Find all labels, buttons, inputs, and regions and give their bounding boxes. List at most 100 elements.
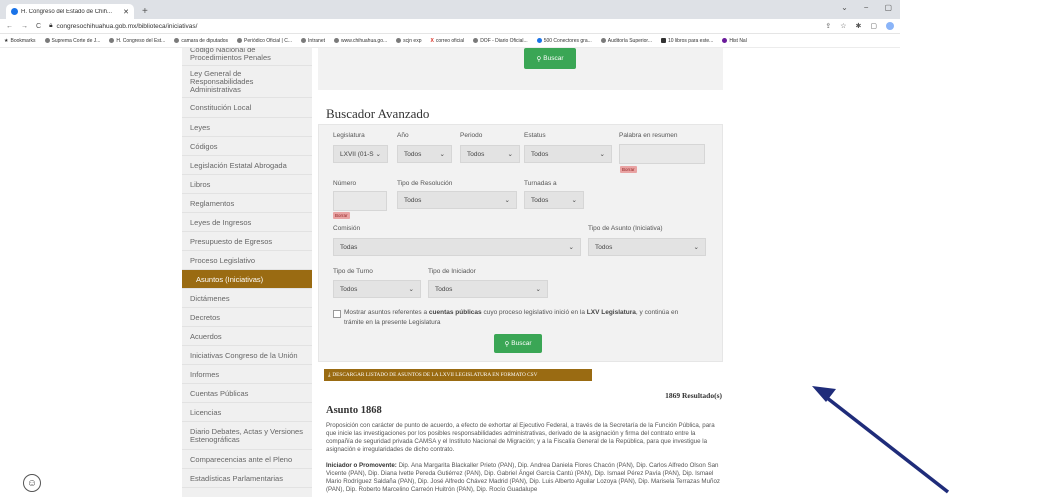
sidebar-item[interactable]: Diario Debates, Actas y Versiones Esteno… (182, 422, 312, 450)
extensions-icon[interactable]: ✱ (856, 22, 862, 30)
top-search-button-label: Buscar (543, 55, 564, 62)
simple-search-box (318, 48, 723, 90)
bookmark-favicon-icon (722, 38, 728, 43)
download-csv-button[interactable]: ⤓ DESCARGAR LISTADO DE ASUNTOS DE LA LXV… (324, 369, 592, 381)
cuentas-publicas-text: Mostrar asuntos referentes a cuentas púb… (344, 308, 694, 328)
sidebar-item[interactable]: Comparecencias ante el Pleno (182, 450, 312, 469)
bookmark-item[interactable]: Auditoría Superior... (600, 38, 652, 44)
star-icon[interactable]: ☆ (840, 22, 846, 30)
bookmark-label: Intranet (308, 37, 325, 44)
browser-tab[interactable]: H. Congreso del Estado de Chih... ✕ (6, 4, 134, 19)
tab-search-button[interactable]: ⌄ (841, 3, 848, 12)
sidebar-item[interactable]: Informes (182, 365, 312, 384)
tipo-resolucion-value: Todos (404, 196, 422, 204)
palabra-clear-button[interactable]: Borrar (620, 166, 637, 173)
sidebar-item[interactable]: Ley General de Responsabilidades Adminis… (182, 66, 312, 98)
asunto-title: Asunto 1868 (326, 405, 382, 416)
reload-icon[interactable]: C (36, 23, 41, 30)
close-tab-icon[interactable]: ✕ (123, 8, 129, 16)
bookmark-item[interactable]: ★ Bookmarks (4, 38, 36, 44)
bookmark-label: DOF - Diario Oficial... (480, 37, 528, 44)
star-icon: ★ (4, 37, 9, 44)
sidebar-item[interactable]: Constitución Local (182, 98, 312, 118)
bookmark-label: H. Congreso del Est... (116, 37, 166, 44)
bookmark-item[interactable]: 10 libros para este... (661, 38, 713, 44)
bookmark-item[interactable]: Intranet (301, 38, 325, 44)
legislatura-select[interactable]: LXVII (01-S ⌄ (333, 145, 388, 163)
turnadas-select[interactable]: Todos ⌄ (524, 191, 584, 209)
bookmark-item[interactable]: 500 Conectores gra... (536, 37, 592, 44)
cuentas-publicas-checkbox[interactable] (333, 310, 341, 318)
anio-label: Año (397, 132, 409, 139)
profile-avatar-icon[interactable] (886, 22, 894, 30)
bookmark-label: Suprema Corte de J... (51, 37, 101, 44)
tipo-turno-label: Tipo de Turno (333, 268, 373, 275)
sidebar-item[interactable]: Dictámenes (182, 289, 312, 308)
sidebar-item[interactable]: Leyes (182, 118, 312, 137)
bookmark-favicon-icon (536, 38, 542, 43)
sidebar-item[interactable]: Estadísticas Parlamentarias (182, 469, 312, 488)
back-icon[interactable]: ← (6, 23, 13, 30)
asunto-iniciador: Iniciador o Promovente: Dip. Ana Margari… (326, 462, 724, 494)
bookmark-item[interactable]: camara de diputados (174, 38, 228, 44)
sidebar-item[interactable]: Códigos (182, 137, 312, 156)
sidebar-item[interactable]: Proceso Legislativo (182, 251, 312, 270)
bookmark-item[interactable]: Hist Nal (722, 38, 747, 44)
bookmark-item[interactable]: www.chihuahua.go... (334, 38, 387, 44)
sidebar-item[interactable]: Legislación Estatal Abrogada (182, 156, 312, 175)
tipo-turno-select[interactable]: Todos ⌄ (333, 280, 421, 298)
palabra-label: Palabra en resumen (619, 132, 678, 139)
forward-icon[interactable]: → (21, 23, 28, 30)
sidebar-item[interactable]: Presupuesto de Egresos (182, 232, 312, 251)
top-search-button[interactable]: ⚲ Buscar (524, 48, 576, 69)
sidebar-item[interactable]: Código Nacional de Procedimientos Penale… (182, 48, 312, 66)
asunto-description: Proposición con carácter de punto de acu… (326, 422, 715, 453)
bookmark-favicon-icon (237, 38, 243, 43)
share-icon[interactable]: ⇪ (825, 22, 831, 30)
x-icon: X (430, 37, 434, 44)
sidebar-item[interactable]: Decretos (182, 308, 312, 327)
sidebar-item[interactable]: Iniciativas Congreso de la Unión (182, 346, 312, 365)
numero-input[interactable] (333, 191, 387, 211)
sidebar-item[interactable]: Acuerdos (182, 327, 312, 346)
estatus-select[interactable]: Todos ⌄ (524, 145, 612, 163)
bookmark-item[interactable]: scjn exp (396, 38, 421, 44)
sidebar-item[interactable]: Reglamentos (182, 194, 312, 213)
bookmarks-bar: ★ Bookmarks Suprema Corte de J... H. Cong… (0, 34, 900, 48)
bookmark-label: 500 Conectores gra... (543, 37, 592, 44)
new-tab-button[interactable]: + (142, 4, 148, 19)
sidebar-item[interactable]: Leyes de Ingresos (182, 213, 312, 232)
accessibility-icon[interactable]: ☺ (23, 474, 41, 492)
tab-bar: H. Congreso del Estado de Chih... ✕ + (0, 0, 900, 19)
maximize-button[interactable]: ▢ (884, 3, 892, 12)
numero-clear-button[interactable]: Borrar (333, 212, 350, 219)
sidepanel-icon[interactable]: ▢ (870, 22, 877, 30)
download-csv-label: DESCARGAR LISTADO DE ASUNTOS DE LA LXVII… (332, 372, 538, 378)
comision-select[interactable]: Todas ⌄ (333, 238, 581, 256)
sidebar-item[interactable]: Cuentas Públicas (182, 384, 312, 403)
estatus-label: Estatus (524, 132, 546, 139)
sidebar-item[interactable]: Licencias (182, 403, 312, 422)
bookmark-item[interactable]: Xcorreo oficial (430, 38, 464, 44)
anio-value: Todos (404, 150, 422, 158)
bookmark-item[interactable]: Suprema Corte de J... (44, 37, 101, 44)
palabra-input[interactable] (619, 144, 705, 164)
periodo-value: Todos (467, 150, 485, 158)
minimize-button[interactable]: − (864, 3, 869, 12)
url-field[interactable]: 🔒︎ congresochihuahua.gob.mx/biblioteca/i… (49, 22, 817, 30)
chevron-down-icon: ⌄ (599, 151, 605, 158)
bookmark-item[interactable]: DOF - Diario Oficial... (473, 38, 528, 44)
bookmark-item[interactable]: H. Congreso del Est... (109, 38, 165, 44)
tipo-asunto-select[interactable]: Todos ⌄ (588, 238, 706, 256)
periodo-select[interactable]: Todos ⌄ (460, 145, 520, 163)
sidebar-item[interactable]: Libros (182, 175, 312, 194)
chk-text-bold-1: cuentas públicas (428, 309, 482, 316)
bookmark-favicon-icon (301, 38, 307, 43)
sidebar-item-active[interactable]: Asuntos (Iniciativas) (182, 270, 312, 289)
tipo-iniciador-select[interactable]: Todos ⌄ (428, 280, 548, 298)
anio-select[interactable]: Todos ⌄ (397, 145, 452, 163)
bookmark-item[interactable]: Periódico Oficial | C... (237, 38, 292, 44)
advanced-search-button[interactable]: ⚲ Buscar (494, 334, 542, 353)
chevron-down-icon: ⌄ (693, 244, 699, 251)
tipo-resolucion-select[interactable]: Todos ⌄ (397, 191, 517, 209)
